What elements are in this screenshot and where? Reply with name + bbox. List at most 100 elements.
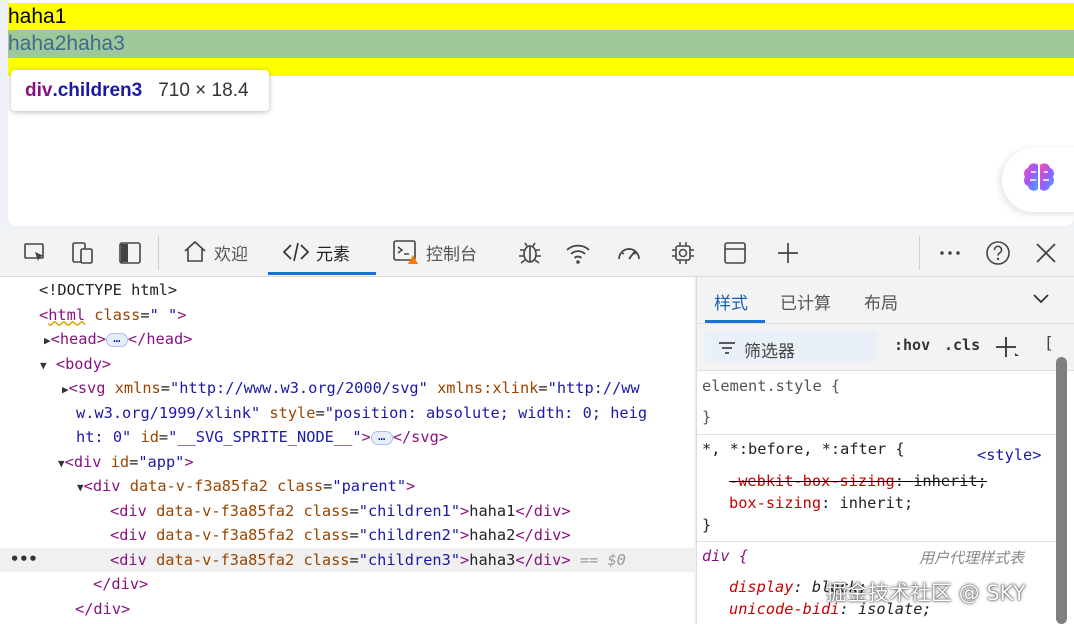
- tooltip-tag: div: [25, 79, 53, 101]
- dom-line-children1[interactable]: <div data-v-f3a85fa2 class="children1">h…: [0, 499, 694, 524]
- rendering-icon[interactable]: [: [1044, 333, 1054, 352]
- ai-assistant-button[interactable]: [1002, 148, 1074, 212]
- tab-elements-label: 元素: [316, 244, 350, 265]
- console-ref: == $0: [579, 550, 626, 569]
- children2-scope-attr: data-v-f3a85fa2: [156, 526, 295, 544]
- collapse-triangle-icon[interactable]: ▼: [40, 359, 47, 372]
- prop-name: -webkit-box-sizing: [729, 472, 895, 490]
- children3-class-attr: class: [303, 550, 350, 569]
- filter-icon: [719, 342, 735, 354]
- hov-toggle[interactable]: :hov: [894, 336, 930, 354]
- prop-box-sizing[interactable]: box-sizing: inherit;: [729, 492, 913, 514]
- children1-text-node: haha1: [469, 501, 516, 520]
- inspect-icon[interactable]: [20, 238, 50, 268]
- dock-icon[interactable]: [115, 238, 145, 268]
- more-dots-icon[interactable]: •••: [10, 547, 38, 572]
- dom-line-parent[interactable]: ▼<div data-v-f3a85fa2 class="parent">: [0, 474, 694, 499]
- dom-line-head[interactable]: ▶<head>… </head>: [0, 327, 694, 352]
- device-toggle-icon[interactable]: [68, 238, 98, 268]
- dom-line-children2[interactable]: <div data-v-f3a85fa2 class="children2">h…: [0, 523, 694, 548]
- dom-line-close-parent[interactable]: </div>: [0, 572, 694, 597]
- page-preview: haha1 haha2haha3 div .children3 710 × 18.…: [8, 0, 1074, 226]
- close-icon[interactable]: [1031, 238, 1061, 268]
- tab-welcome[interactable]: 欢迎: [182, 230, 248, 274]
- dom-line-svg-cont2[interactable]: ht: 0" id="__SVG_SPRITE_NODE__">… </svg>: [0, 425, 694, 450]
- svg-close-tag: svg: [411, 428, 439, 446]
- children2-class-val: "children2": [358, 526, 461, 544]
- help-icon[interactable]: [983, 238, 1013, 268]
- collapse-triangle-icon[interactable]: ▼: [77, 481, 84, 494]
- collapsed-ellipsis-icon[interactable]: …: [370, 430, 393, 445]
- children3-close-tag: div: [533, 550, 562, 569]
- plus-icon[interactable]: [773, 238, 803, 268]
- dom-line-svg[interactable]: ▶<svg xmlns="http://www.w3.org/2000/svg"…: [0, 376, 694, 401]
- tab-elements[interactable]: 元素: [282, 230, 350, 274]
- children2-close-tag: div: [533, 526, 562, 544]
- children2-text-node: haha2: [469, 526, 516, 544]
- tab-layout[interactable]: 布局: [864, 289, 898, 314]
- dom-line-close-app[interactable]: </div>: [0, 597, 694, 622]
- styles-tab-bar: 样式 已计算 布局: [697, 277, 1074, 324]
- app-tag: div: [73, 452, 102, 471]
- svg-val-xlink-a: "http://ww: [547, 379, 640, 397]
- application-icon[interactable]: [720, 238, 750, 268]
- collapse-triangle-icon[interactable]: ▼: [58, 457, 65, 470]
- svg-tag: svg: [77, 379, 106, 397]
- styles-tab-indicator: [705, 320, 765, 323]
- svg-val-style-a: "position: absolute; width: 0; heig: [324, 403, 648, 422]
- svg-val-id: "__SVG_SPRITE_NODE__": [168, 428, 362, 446]
- rule-universal-origin-link[interactable]: <style>: [977, 444, 1041, 466]
- devtools-window: haha1 haha2haha3 div .children3 710 × 18.…: [0, 0, 1074, 624]
- dom-line-app[interactable]: ▼<div id="app">: [0, 450, 694, 475]
- wifi-icon[interactable]: [563, 238, 593, 268]
- tab-styles[interactable]: 样式: [714, 289, 748, 314]
- dom-line-doctype[interactable]: <!DOCTYPE html>: [0, 278, 694, 303]
- svg-attr-xlink: xmlns:xlink: [437, 379, 539, 397]
- more-icon[interactable]: [935, 238, 965, 268]
- prop-webkit-box-sizing[interactable]: -webkit-box-sizing: inherit;: [729, 470, 987, 492]
- inspect-tooltip: div .children3 710 × 18.4: [11, 70, 269, 111]
- prop-name: unicode-bidi: [729, 600, 840, 618]
- rule-element-style-close: }: [702, 408, 712, 426]
- svg-attr-style: style: [269, 403, 316, 422]
- doctype-text: <!DOCTYPE html>: [39, 281, 178, 299]
- cpu-icon[interactable]: [668, 238, 698, 268]
- svg-attr-id: id: [140, 428, 159, 446]
- parent-class-attr: class: [277, 477, 324, 495]
- svg-val-style-b: ht: 0": [76, 428, 132, 446]
- prop-value: inherit;: [839, 494, 914, 512]
- rule-universal-selector[interactable]: *, *:before, *:after {: [702, 438, 905, 460]
- dom-line-body[interactable]: ▼ <body>: [0, 352, 694, 377]
- performance-icon[interactable]: [614, 238, 644, 268]
- rule-element-style-selector[interactable]: element.style {: [702, 375, 840, 397]
- tab-computed[interactable]: 已计算: [780, 289, 831, 314]
- dom-line-children3-selected[interactable]: ••• <div data-v-f3a85fa2 class="children3…: [0, 547, 694, 572]
- bug-icon[interactable]: [515, 238, 545, 268]
- svg-val-xmlns: "http://www.w3.org/2000/svg": [169, 379, 428, 397]
- rule-divider: [697, 541, 1057, 542]
- children1-tag: div: [119, 501, 147, 520]
- cls-toggle[interactable]: .cls: [944, 336, 980, 354]
- expand-triangle-icon[interactable]: ▶: [62, 383, 69, 396]
- styles-scrollbar[interactable]: [1056, 357, 1067, 624]
- rule-div-selector[interactable]: div {: [702, 545, 748, 567]
- dom-line-svg-cont1[interactable]: w.w3.org/1999/xlink" style="position: ab…: [0, 401, 694, 426]
- filter-placeholder: 筛选器: [744, 342, 795, 362]
- home-icon: [184, 240, 206, 262]
- dom-line-html[interactable]: <html class=" ">: [0, 303, 694, 328]
- prop-value: inherit;: [913, 472, 987, 490]
- children1-scope-attr: data-v-f3a85fa2: [156, 501, 295, 520]
- children2-tag: div: [119, 526, 147, 544]
- user-agent-stylesheet-label: 用户代理样式表: [919, 549, 1025, 567]
- expand-triangle-icon[interactable]: ▶: [44, 334, 51, 347]
- tooltip-dimensions: 710 × 18.4: [158, 79, 249, 101]
- tab-welcome-label: 欢迎: [214, 244, 248, 265]
- collapsed-ellipsis-icon[interactable]: …: [105, 332, 128, 347]
- svg-val-xlink-b: w.w3.org/1999/xlink": [76, 403, 261, 422]
- chevron-down-icon[interactable]: [1032, 292, 1050, 306]
- new-rule-plus-icon[interactable]: [995, 335, 1021, 359]
- children1-close-tag: div: [533, 501, 562, 520]
- children23-highlight: haha2haha3: [8, 30, 1074, 58]
- watermark: 掘金技术社区 @ SKY: [826, 581, 1026, 605]
- tab-console[interactable]: 控制台: [392, 230, 477, 274]
